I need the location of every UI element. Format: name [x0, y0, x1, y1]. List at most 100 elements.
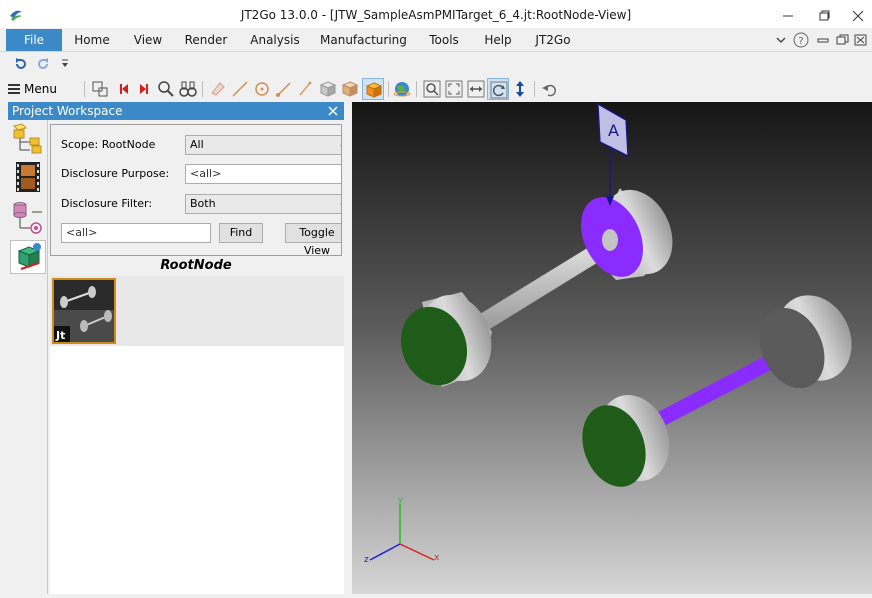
sidebar-item-assembly[interactable]: [10, 122, 46, 156]
fit-select-icon[interactable]: [90, 79, 110, 99]
root-node-label: RootNode: [160, 258, 232, 273]
close-button[interactable]: [844, 4, 872, 26]
line-icon[interactable]: [230, 79, 250, 99]
quick-access-toolbar: [0, 52, 872, 76]
axis-z-label: z: [364, 555, 369, 565]
zoom-window-icon[interactable]: [422, 79, 442, 99]
axis-x-label: x: [434, 553, 440, 563]
sidebar-item-attributes[interactable]: [10, 200, 46, 234]
customize-icon[interactable]: [60, 58, 70, 70]
svg-text:?: ?: [798, 36, 803, 47]
chevron-down-icon: ∨: [339, 198, 341, 216]
workspace-close-icon[interactable]: [326, 104, 340, 118]
close-icon: [852, 10, 864, 22]
pmi-filter-panel: Scope: RootNode All ∨ Disclosure Purpose…: [50, 124, 342, 256]
sidebar-item-animation[interactable]: [10, 160, 46, 194]
sidebar-item-pmi-views[interactable]: [10, 240, 46, 274]
axis-y-label: y: [398, 495, 403, 504]
film-icon: [16, 162, 40, 192]
axis-triad: y x z: [364, 495, 440, 565]
cube-box-icon[interactable]: [340, 79, 360, 99]
disclosure-purpose-input[interactable]: <all>: [185, 164, 341, 184]
scope-label: Scope: RootNode: [61, 138, 156, 151]
status-bar: [0, 594, 872, 598]
cube-shaded-icon[interactable]: [318, 79, 338, 99]
tab-render[interactable]: Render: [182, 28, 230, 52]
circle-icon[interactable]: [252, 79, 272, 99]
tab-analysis[interactable]: Analysis: [248, 28, 302, 52]
tab-view[interactable]: View: [128, 28, 168, 52]
view-gallery: Jt: [50, 276, 344, 346]
tab-help[interactable]: Help: [480, 28, 516, 52]
find-button[interactable]: Find: [219, 223, 263, 243]
ribbon-close-icon[interactable]: [852, 32, 870, 48]
cube-orange-icon: [365, 82, 383, 98]
main-toolbar: Menu: [0, 76, 872, 102]
help-icon[interactable]: ?: [792, 32, 810, 48]
tab-manufacturing[interactable]: Manufacturing: [320, 28, 407, 52]
toolbar-separator: [416, 81, 417, 97]
fit-all-icon[interactable]: [444, 79, 464, 99]
view-thumbnail[interactable]: Jt: [52, 278, 116, 344]
restore-icon: [819, 10, 830, 21]
toggle-view-button[interactable]: Toggle View: [285, 223, 341, 255]
scope-value: All: [190, 138, 204, 151]
hamburger-icon: [8, 84, 20, 94]
toolbar-separator: [84, 81, 85, 97]
workspace-title: Project Workspace: [12, 104, 123, 118]
disclosure-purpose-label: Disclosure Purpose:: [61, 167, 170, 180]
next-icon[interactable]: [134, 79, 154, 99]
assembly-tree-icon: [13, 123, 42, 154]
tab-tools[interactable]: Tools: [424, 28, 464, 52]
minimize-button[interactable]: [774, 4, 802, 26]
pmi-pick-icon[interactable]: [208, 79, 228, 99]
chevron-down-icon[interactable]: [772, 32, 790, 48]
title-bar: JT2Go 13.0.0 - [JTW_SampleAsmPMITarget_6…: [0, 0, 872, 28]
minimize-icon: [783, 15, 793, 17]
ribbon-tabs: File Home View Render Analysis Manufactu…: [0, 28, 872, 52]
datum-label: A: [608, 121, 619, 140]
tab-file[interactable]: File: [6, 29, 62, 51]
cube-orange-button[interactable]: [362, 78, 384, 100]
menu-label: Menu: [24, 82, 57, 96]
toolbar-separator: [534, 81, 535, 97]
ribbon-restore-icon[interactable]: [834, 32, 852, 48]
undo-icon[interactable]: [14, 58, 28, 70]
scope-select[interactable]: All ∨: [185, 135, 341, 157]
app-window: JT2Go 13.0.0 - [JTW_SampleAsmPMITarget_6…: [0, 0, 872, 598]
chevron-down-icon: ∨: [339, 139, 341, 157]
rotate-icon: [490, 81, 508, 99]
database-icon: [13, 202, 42, 234]
tab-home[interactable]: Home: [72, 28, 112, 52]
workspace-sidebar: [8, 120, 48, 594]
measure-icon[interactable]: [274, 79, 294, 99]
disclosure-filter-value: Both: [190, 197, 216, 210]
vertical-icon[interactable]: [510, 79, 530, 99]
binoculars-icon[interactable]: [178, 79, 198, 99]
restore-button[interactable]: [810, 4, 838, 26]
globe-icon[interactable]: [392, 79, 412, 99]
panel-splitter[interactable]: [344, 102, 352, 596]
sketch-icon[interactable]: [296, 79, 316, 99]
lower-left-wheel: [582, 395, 670, 487]
undo-view-icon[interactable]: [540, 79, 560, 99]
previous-icon[interactable]: [114, 79, 134, 99]
assembly-thumbnail-icon: Jt: [54, 280, 114, 342]
pan-icon[interactable]: [466, 79, 486, 99]
workspace-header: Project Workspace: [8, 102, 344, 120]
toolbar-separator: [388, 81, 389, 97]
3d-viewport[interactable]: A y x z: [352, 102, 872, 596]
tab-jt2go[interactable]: JT2Go: [532, 28, 574, 52]
zoom-area-icon[interactable]: [156, 79, 176, 99]
search-input[interactable]: <all>: [61, 223, 211, 243]
window-title: JT2Go 13.0.0 - [JTW_SampleAsmPMITarget_6…: [240, 8, 632, 22]
3d-model: A y x z: [364, 102, 852, 565]
rotate-button[interactable]: [487, 78, 509, 100]
disclosure-filter-select[interactable]: Both ∨: [185, 194, 341, 216]
redo-icon[interactable]: [36, 58, 50, 70]
lower-right-wheel: [759, 295, 852, 389]
upper-right-wheel: [581, 188, 673, 280]
upper-left-wheel: [400, 292, 492, 387]
menu-button[interactable]: Menu: [6, 78, 76, 100]
ribbon-minimize-icon[interactable]: [814, 32, 832, 48]
